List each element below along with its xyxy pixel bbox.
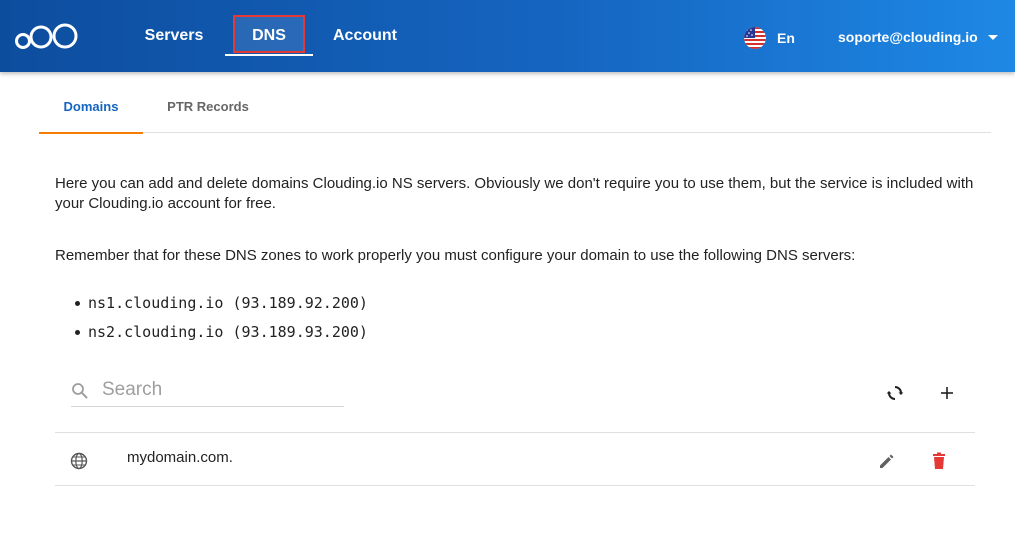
add-domain-button[interactable] [934,380,960,406]
ns-server-list: ns1.clouding.io (93.189.92.200) ns2.clou… [75,289,368,347]
search-input[interactable] [102,376,340,404]
trash-icon [933,452,945,469]
refresh-button[interactable] [882,380,908,406]
tab-ptr-records-label: PTR Records [167,99,249,114]
list-item: ns1.clouding.io (93.189.92.200) [75,289,368,318]
tab-domains[interactable]: Domains [39,86,143,134]
language-label: En [777,30,795,46]
search-box [71,374,344,407]
search-icon [72,383,88,399]
top-navigation-bar: Servers DNS Account En soporte@clouding.… [0,0,1015,72]
table-row[interactable]: mydomain.com. [55,433,975,486]
nav-account[interactable]: Account [326,0,404,72]
edit-domain-button[interactable] [875,449,899,473]
user-email: soporte@clouding.io [838,29,978,45]
nav-servers[interactable]: Servers [138,0,210,72]
nav-dns-label: DNS [252,27,286,44]
list-item: ns2.clouding.io (93.189.93.200) [75,318,368,347]
dns-tabs: Domains PTR Records [39,86,991,134]
domains-table: mydomain.com. [55,432,975,486]
bullet [75,330,80,335]
tab-ptr-records[interactable]: PTR Records [151,86,265,132]
domain-name[interactable]: mydomain.com. [127,449,233,466]
nav-dns[interactable]: DNS [225,0,313,72]
intro-paragraph: Here you can add and delete domains Clou… [55,175,974,212]
clouding-logo[interactable] [14,22,80,50]
globe-icon [70,452,88,470]
user-menu[interactable]: soporte@clouding.io [838,27,998,47]
bullet [75,301,80,306]
caret-down-icon [987,34,998,40]
plus-icon [941,387,953,399]
ns-server-2: ns2.clouding.io (93.189.93.200) [88,323,368,341]
ns-server-1: ns1.clouding.io (93.189.92.200) [88,294,368,312]
us-flag-icon [744,27,766,49]
pencil-icon [880,454,894,468]
delete-domain-button[interactable] [927,449,951,473]
active-tab-indicator [39,132,143,134]
dns-servers-instruction: Remember that for these DNS zones to wor… [55,247,856,264]
refresh-icon [886,386,904,400]
language-selector[interactable]: En [744,27,795,49]
tab-domains-label: Domains [63,99,119,114]
nav-active-indicator [225,54,313,56]
